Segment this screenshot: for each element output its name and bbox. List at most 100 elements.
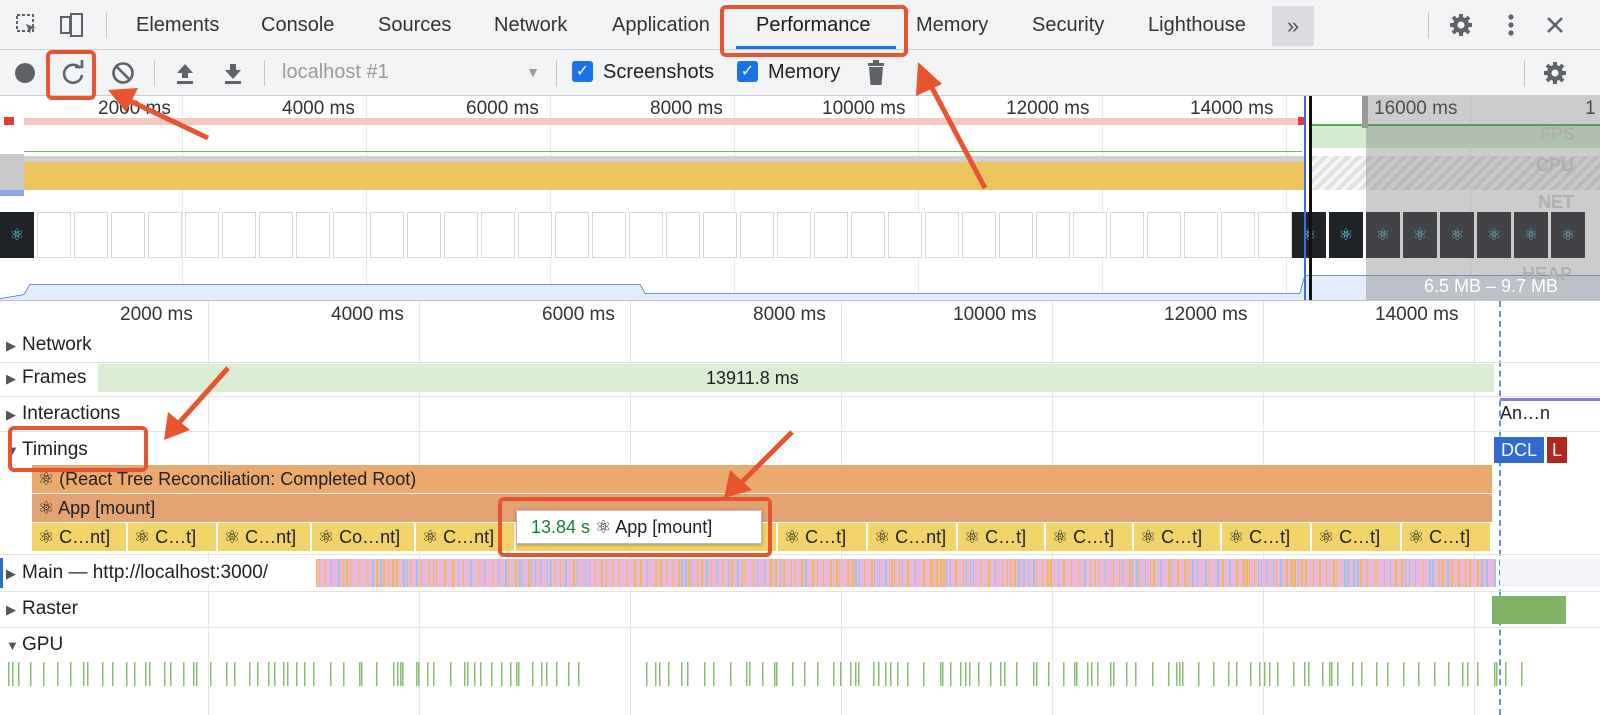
- filmstrip-frame[interactable]: [925, 212, 959, 258]
- component-timing-segment[interactable]: ⚛ C…t]: [1046, 523, 1134, 551]
- filmstrip-frame[interactable]: [111, 212, 145, 258]
- filmstrip-frame[interactable]: ⚛: [0, 212, 34, 258]
- main-task-stripe: [1357, 559, 1359, 587]
- reload-highlight-box: [46, 50, 96, 100]
- filmstrip-frame[interactable]: [629, 212, 663, 258]
- filmstrip-frame[interactable]: [1110, 212, 1144, 258]
- capture-settings-gear-icon[interactable]: [1540, 58, 1570, 88]
- filmstrip-frame[interactable]: [407, 212, 441, 258]
- tab-lighthouse[interactable]: Lighthouse: [1148, 0, 1246, 50]
- close-icon[interactable]: [1540, 10, 1570, 40]
- record-icon[interactable]: [12, 60, 38, 86]
- filmstrip-frame[interactable]: [1221, 212, 1255, 258]
- inspect-element-icon[interactable]: [12, 10, 42, 40]
- filmstrip-frame[interactable]: [37, 212, 71, 258]
- tab-memory[interactable]: Memory: [916, 0, 988, 50]
- trash-icon[interactable]: [862, 58, 890, 88]
- upload-icon[interactable]: [170, 58, 200, 88]
- main-task-stripe: [1401, 559, 1403, 587]
- component-timing-segment[interactable]: ⚛ C…t]: [128, 523, 218, 551]
- overview-time-label: 10000 ms: [822, 98, 906, 119]
- filmstrip-frame[interactable]: [481, 212, 515, 258]
- component-timing-segment[interactable]: ⚛ C…t]: [1312, 523, 1402, 551]
- react-reconciliation-bar[interactable]: ⚛ (React Tree Reconciliation: Completed …: [32, 465, 1492, 493]
- filmstrip-frame[interactable]: ⚛: [1329, 212, 1363, 258]
- main-row[interactable]: ▶ Main — http://localhost:3000/: [6, 562, 273, 584]
- tab-console[interactable]: Console: [261, 0, 334, 50]
- filmstrip-frame[interactable]: [222, 212, 256, 258]
- main-task-stripe: [891, 559, 893, 587]
- filmstrip-frame[interactable]: [1184, 212, 1218, 258]
- filmstrip-frame[interactable]: [1073, 212, 1107, 258]
- filmstrip-frame[interactable]: [962, 212, 996, 258]
- filmstrip-frame[interactable]: [703, 212, 737, 258]
- filmstrip-frame[interactable]: [1258, 212, 1292, 258]
- filmstrip-frame[interactable]: [592, 212, 626, 258]
- filmstrip-frame[interactable]: [333, 212, 367, 258]
- filmstrip-frame[interactable]: [888, 212, 922, 258]
- interactions-row[interactable]: ▶ Interactions: [6, 403, 125, 425]
- dcl-marker[interactable]: DCL: [1494, 437, 1544, 463]
- clear-icon[interactable]: [108, 58, 138, 88]
- more-tabs-button[interactable]: »: [1272, 6, 1314, 46]
- tab-network[interactable]: Network: [494, 0, 567, 50]
- filmstrip-frame[interactable]: [444, 212, 478, 258]
- filmstrip-frame[interactable]: [370, 212, 404, 258]
- memory-checkbox[interactable]: ✓: [737, 61, 758, 82]
- tab-elements[interactable]: Elements: [136, 0, 219, 50]
- filmstrip-frame[interactable]: [555, 212, 589, 258]
- gpu-task-stripe: [1076, 662, 1078, 686]
- component-timing-segment[interactable]: ⚛ C…t]: [958, 523, 1046, 551]
- filmstrip-frame[interactable]: [740, 212, 774, 258]
- filmstrip-frame[interactable]: [666, 212, 700, 258]
- screenshots-checkbox[interactable]: ✓: [572, 61, 593, 82]
- gpu-activity[interactable]: [0, 660, 1600, 688]
- component-timing-segment[interactable]: ⚛ C…t]: [1134, 523, 1222, 551]
- main-task-stripe: [421, 559, 422, 587]
- filmstrip-frame[interactable]: [777, 212, 811, 258]
- load-marker[interactable]: L: [1547, 437, 1567, 463]
- raster-activity-bar[interactable]: [1492, 596, 1566, 624]
- gpu-task-stripe: [274, 662, 276, 686]
- download-icon[interactable]: [218, 58, 248, 88]
- component-timing-segment[interactable]: ⚛ C…t]: [1222, 523, 1312, 551]
- filmstrip-frame[interactable]: [259, 212, 293, 258]
- component-timing-segment[interactable]: ⚛ C…t]: [1402, 523, 1492, 551]
- filmstrip-frame[interactable]: [1147, 212, 1181, 258]
- tab-application[interactable]: Application: [612, 0, 710, 50]
- device-toolbar-icon[interactable]: [56, 10, 86, 40]
- selection-handle[interactable]: [1362, 96, 1368, 128]
- timeline-overview[interactable]: 2000 ms 4000 ms 6000 ms 8000 ms 10000 ms…: [0, 96, 1600, 301]
- filmstrip-frame[interactable]: [296, 212, 330, 258]
- filmstrip-frame[interactable]: [999, 212, 1033, 258]
- interaction-bar[interactable]: [1500, 398, 1600, 401]
- gpu-task-stripe: [1494, 662, 1496, 686]
- filmstrip-frame[interactable]: [74, 212, 108, 258]
- network-row[interactable]: ▶ Network: [6, 334, 96, 356]
- component-timing-segment[interactable]: ⚛ C…nt]: [32, 523, 128, 551]
- main-thread-activity[interactable]: [316, 559, 1496, 587]
- filmstrip-frame[interactable]: [814, 212, 848, 258]
- main-task-stripe: [963, 559, 964, 587]
- tab-security[interactable]: Security: [1032, 0, 1104, 50]
- filmstrip-frame[interactable]: [518, 212, 552, 258]
- filmstrip-frame[interactable]: [148, 212, 182, 258]
- gpu-row[interactable]: ▼ GPU: [6, 634, 68, 656]
- main-task-stripe: [1002, 559, 1003, 587]
- filmstrip-frame[interactable]: [185, 212, 219, 258]
- component-timing-segment[interactable]: ⚛ C…nt]: [868, 523, 958, 551]
- kebab-menu-icon[interactable]: [1496, 10, 1526, 40]
- main-task-stripe: [436, 559, 437, 587]
- component-timing-segment[interactable]: ⚛ C…nt]: [218, 523, 312, 551]
- main-task-stripe: [519, 559, 521, 587]
- frames-row[interactable]: ▶ Frames: [6, 367, 91, 389]
- component-timing-segment[interactable]: ⚛ Co…nt]: [312, 523, 416, 551]
- recording-select[interactable]: localhost #1 ▼: [282, 58, 544, 86]
- filmstrip-frame[interactable]: [1036, 212, 1070, 258]
- main-task-stripe: [701, 559, 703, 587]
- settings-gear-icon[interactable]: [1446, 10, 1476, 40]
- tab-sources[interactable]: Sources: [378, 0, 451, 50]
- component-timing-segment[interactable]: ⚛ C…t]: [778, 523, 868, 551]
- filmstrip-frame[interactable]: [851, 212, 885, 258]
- raster-row[interactable]: ▶ Raster: [6, 598, 82, 620]
